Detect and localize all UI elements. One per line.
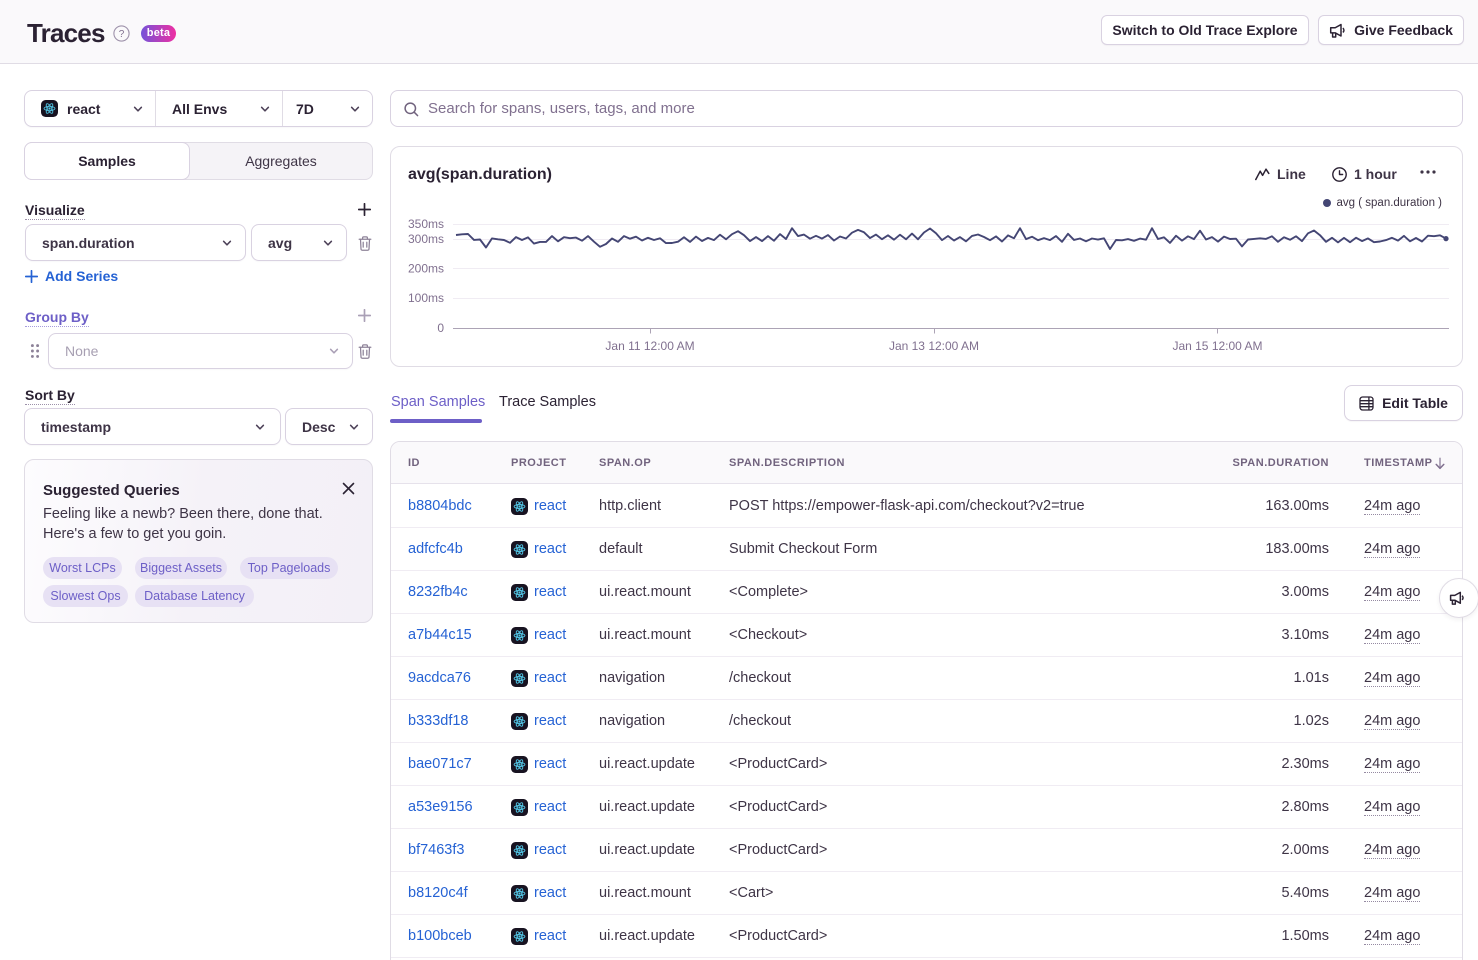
svg-text:?: ? [119,29,125,40]
svg-text:350ms: 350ms [408,217,444,231]
svg-text:0: 0 [437,321,444,335]
svg-text:Jan 15 12:00 AM: Jan 15 12:00 AM [1172,339,1262,353]
svg-text:Jan 13 12:00 AM: Jan 13 12:00 AM [889,339,979,353]
svg-text:100ms: 100ms [408,291,444,305]
svg-text:Jan 11 12:00 AM: Jan 11 12:00 AM [605,339,694,353]
svg-text:200ms: 200ms [408,262,444,276]
svg-text:300ms: 300ms [408,232,444,246]
